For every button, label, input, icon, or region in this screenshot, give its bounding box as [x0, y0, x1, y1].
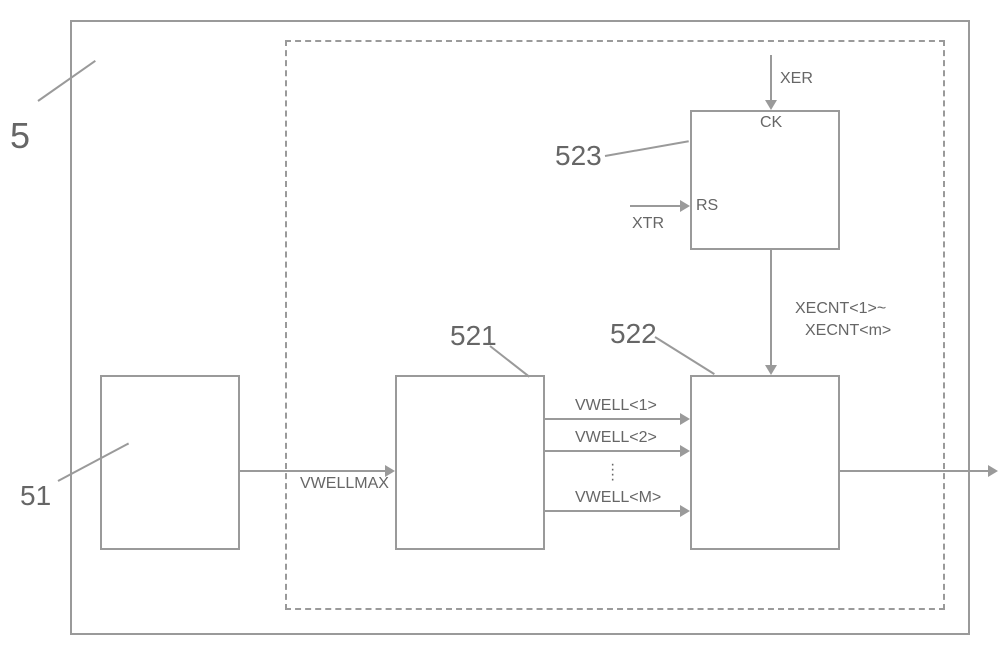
- label-5: 5: [10, 115, 30, 157]
- label-xecnt-bot: XECNT<m>: [805, 322, 891, 340]
- arrow-vwell2-head: [680, 445, 690, 457]
- arrow-output-line: [840, 470, 990, 472]
- arrow-vwellM-head: [680, 505, 690, 517]
- arrow-vwellM-line: [545, 510, 680, 512]
- label-vwell2: VWELL<2>: [575, 429, 657, 447]
- arrow-xecnt-line: [770, 250, 772, 370]
- label-51: 51: [20, 480, 51, 512]
- arrow-output-head: [988, 465, 998, 477]
- arrow-vwell2-line: [545, 450, 680, 452]
- label-vwell1: VWELL<1>: [575, 397, 657, 415]
- block-521: [395, 375, 545, 550]
- block-51: [100, 375, 240, 550]
- label-xer: XER: [780, 70, 813, 88]
- arrow-xecnt-head: [765, 365, 777, 375]
- label-vwellM: VWELL<M>: [575, 489, 661, 507]
- vwell-ellipsis: ····: [610, 462, 615, 482]
- label-xtr: XTR: [632, 215, 664, 233]
- arrow-vwellmax-line: [240, 470, 385, 472]
- arrow-xtr-head: [680, 200, 690, 212]
- block-522: [690, 375, 840, 550]
- arrow-xtr-line: [630, 205, 685, 207]
- arrow-xer-line: [770, 55, 772, 105]
- label-522: 522: [610, 318, 657, 350]
- arrow-xer-head: [765, 100, 777, 110]
- arrow-vwell1-head: [680, 413, 690, 425]
- label-xecnt-top: XECNT<1>~: [795, 300, 886, 318]
- port-ck: CK: [760, 114, 782, 132]
- label-523: 523: [555, 140, 602, 172]
- port-rs: RS: [696, 197, 718, 215]
- arrow-vwell1-line: [545, 418, 680, 420]
- label-vwellmax: VWELLMAX: [300, 475, 389, 493]
